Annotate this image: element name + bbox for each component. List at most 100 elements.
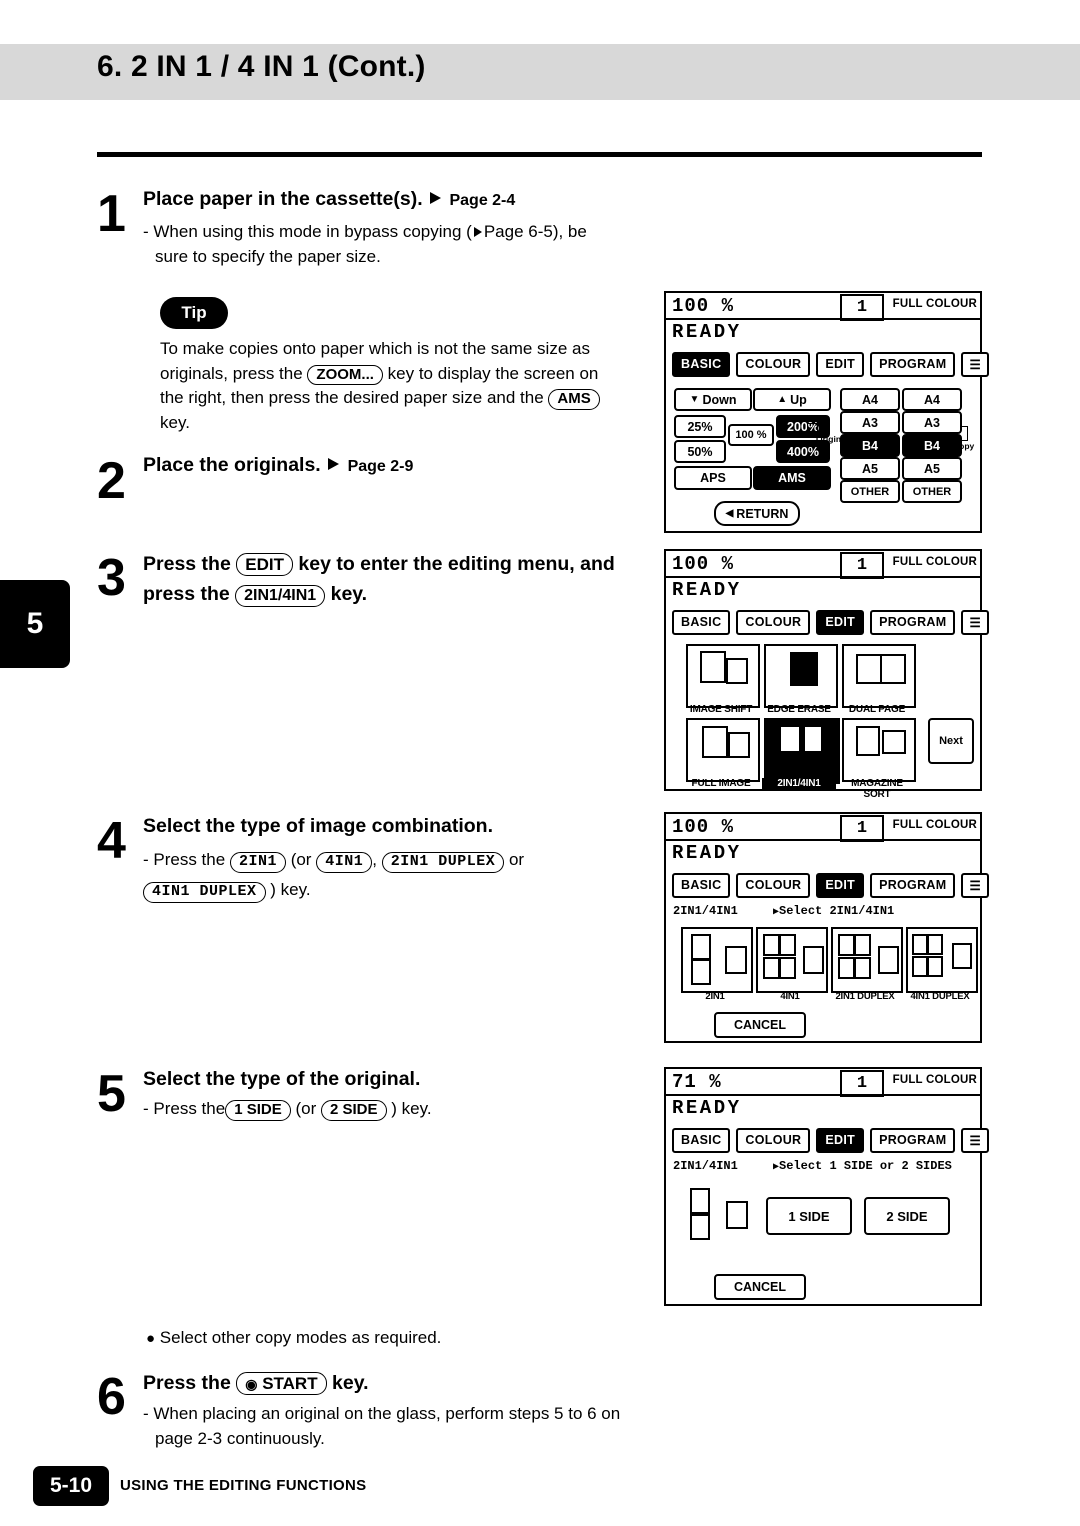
list-icon[interactable]: ☰ [961, 873, 989, 898]
2-side-key[interactable]: 2 SIDE [320, 1100, 387, 1121]
arrow-icon [328, 458, 340, 470]
edge-erase-button[interactable] [764, 644, 838, 708]
2in1-4in1-button[interactable] [764, 718, 840, 784]
ams-button[interactable]: AMS [753, 466, 831, 490]
zoom-ratio: 100 % [672, 295, 735, 317]
size-right-a5[interactable]: A5 [902, 457, 962, 480]
size-left-a4[interactable]: A4 [840, 388, 900, 411]
4in1-duplex-key[interactable]: 4IN1 DUPLEX [143, 881, 266, 903]
size-right-a4[interactable]: A4 [902, 388, 962, 411]
tip-line-1: To make copies onto paper which is not t… [160, 339, 590, 358]
2in1-duplex-icon-c [838, 957, 855, 979]
list-icon[interactable]: ☰ [961, 352, 989, 377]
list-icon[interactable]: ☰ [961, 1128, 989, 1153]
step-1-body: - When using this mode in bypass copying… [143, 220, 673, 269]
zoom-25-button[interactable]: 25% [674, 415, 726, 438]
return-button[interactable]: ◀ RETURN [714, 501, 800, 526]
zoom-key[interactable]: ZOOM... [307, 364, 383, 386]
size-left-b4[interactable]: B4 [840, 434, 900, 457]
4in1-key[interactable]: 4IN1 [316, 852, 373, 873]
start-key[interactable]: ◉ START [236, 1372, 327, 1396]
down-button[interactable]: ▼ Down [674, 388, 752, 411]
4in1-duplex-icon-a [912, 934, 928, 955]
tab-basic[interactable]: BASIC [672, 1128, 731, 1153]
tab-colour[interactable]: COLOUR [736, 873, 811, 898]
status-bar: 100 % 1 FULL COLOUR [666, 551, 980, 579]
2in1-duplex-key[interactable]: 2IN1 DUPLEX [381, 852, 505, 873]
edit-menu-panel: 100 % 1 FULL COLOUR READY BASIC COLOUR E… [664, 549, 989, 800]
step-1-body-a: - When using this mode in bypass copying… [143, 222, 472, 241]
2in1-duplex-icon-a [838, 934, 855, 956]
side-status-text: Select 1 SIDE or 2 SIDES [779, 1159, 952, 1173]
step-6-number: 6 [97, 1368, 126, 1426]
side-select-panel: 71 % 1 FULL COLOUR READY BASIC COLOUR ED… [664, 1067, 989, 1306]
tab-colour[interactable]: COLOUR [736, 352, 811, 377]
note-text: Select other copy modes as required. [159, 1328, 442, 1347]
zoom-50-button[interactable]: 50% [674, 440, 726, 463]
tab-basic[interactable]: BASIC [672, 873, 731, 898]
tab-colour[interactable]: COLOUR [736, 1128, 811, 1153]
magazine-sort-icon [856, 726, 880, 756]
tab-program[interactable]: PROGRAM [870, 1128, 956, 1153]
colour-mode-label: FULL COLOUR [892, 819, 977, 831]
1-side-key[interactable]: 1 SIDE [225, 1100, 291, 1121]
cancel-button[interactable]: CANCEL [714, 1274, 806, 1300]
step-4-number: 4 [97, 812, 126, 870]
dual-page-button[interactable] [842, 644, 916, 708]
size-left-a3[interactable]: A3 [840, 411, 900, 434]
status-bar: 100 % 1 FULL COLOUR [666, 293, 980, 321]
step-1-body-b: Page 6-5), be [483, 222, 587, 241]
size-left-other[interactable]: OTHER [840, 480, 900, 503]
2-side-button[interactable]: 2 SIDE [864, 1197, 950, 1235]
size-left-a5[interactable]: A5 [840, 457, 900, 480]
tab-edit[interactable]: EDIT [816, 352, 865, 377]
combination-status-text: Select 2IN1/4IN1 [779, 904, 895, 918]
next-button[interactable]: Next [928, 718, 974, 764]
up-button[interactable]: ▲ Up [753, 388, 831, 411]
step-5-text-b: (or [295, 1099, 317, 1118]
step-5-text-c: ) key. [391, 1099, 432, 1118]
1-side-button[interactable]: 1 SIDE [766, 1197, 852, 1235]
edit-key[interactable]: EDIT [236, 553, 293, 577]
4in1-option-button[interactable] [756, 927, 828, 993]
ready-status: READY [672, 579, 742, 601]
step-1-heading-text: Place paper in the cassette(s). [143, 188, 423, 210]
full-image-button[interactable] [686, 718, 760, 782]
tab-program[interactable]: PROGRAM [870, 873, 956, 898]
magazine-sort-button[interactable] [842, 718, 916, 782]
tab-edit[interactable]: EDIT [816, 1128, 865, 1153]
2in1-option-button[interactable] [681, 927, 753, 993]
step-3-text-b: key to enter the editing menu, and [298, 553, 615, 575]
step-5-heading: Select the type of the original. [143, 1068, 421, 1090]
tab-basic[interactable]: BASIC [672, 610, 731, 635]
copy-count: 1 [840, 294, 884, 321]
4in1-duplex-option-button[interactable] [906, 927, 978, 993]
4in1-icon-c [763, 957, 780, 979]
tab-program[interactable]: PROGRAM [870, 610, 956, 635]
tip-body: To make copies onto paper which is not t… [160, 337, 670, 436]
2in1-key[interactable]: 2IN1 [229, 852, 286, 873]
tab-edit[interactable]: EDIT [816, 873, 865, 898]
note-line: ● Select other copy modes as required. [146, 1328, 442, 1347]
tab-program[interactable]: PROGRAM [870, 352, 956, 377]
image-shift-button[interactable] [686, 644, 760, 708]
2in1-duplex-option-button[interactable] [831, 927, 903, 993]
ready-status: READY [672, 321, 742, 343]
tab-edit[interactable]: EDIT [816, 610, 865, 635]
size-right-other[interactable]: OTHER [902, 480, 962, 503]
size-right-a3[interactable]: A3 [902, 411, 962, 434]
step-3-text-d: key. [330, 583, 368, 606]
list-icon[interactable]: ☰ [961, 610, 989, 635]
original-page-icon [807, 423, 818, 436]
image-shift-icon [700, 651, 726, 683]
size-right-b4[interactable]: B4 [902, 434, 962, 457]
ams-key[interactable]: AMS [548, 389, 600, 411]
cancel-button[interactable]: CANCEL [714, 1012, 806, 1038]
2in1-4in1-key[interactable]: 2IN1/4IN1 [235, 585, 326, 608]
step-4-text-a: - Press the [143, 850, 226, 869]
step-4-heading: Select the type of image combination. [143, 815, 493, 837]
tab-basic[interactable]: BASIC [672, 352, 731, 377]
dual-page-icon-left [856, 654, 882, 684]
tab-colour[interactable]: COLOUR [736, 610, 811, 635]
aps-button[interactable]: APS [674, 466, 752, 490]
